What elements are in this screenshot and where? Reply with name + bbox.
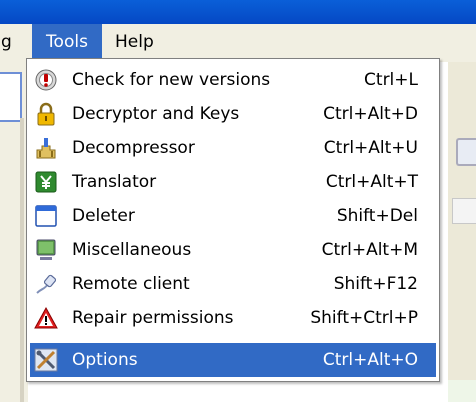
- menu-item-label: Decompressor: [72, 138, 195, 158]
- menu-item-label: Options: [72, 350, 138, 370]
- window-titlebar: [0, 0, 476, 24]
- background-window-right: [448, 62, 476, 402]
- menu-item-label: Decryptor and Keys: [72, 104, 240, 124]
- warning-icon: [34, 306, 58, 330]
- tools-icon: [34, 348, 58, 372]
- menu-item-shortcut: Ctrl+Alt+M: [321, 240, 418, 260]
- menu-item-shortcut: Ctrl+L: [364, 70, 418, 90]
- menu-item-decompressor[interactable]: Decompressor Ctrl+Alt+U: [30, 131, 436, 165]
- menu-item-label: Translator: [72, 172, 157, 192]
- menu-item-shortcut: Shift+Del: [336, 206, 418, 226]
- tools-dropdown-menu: Check for new versions Ctrl+L Decryptor …: [26, 58, 440, 382]
- background-grid-icon[interactable]: [452, 198, 476, 224]
- menu-item-shortcut: Shift+F12: [333, 274, 418, 294]
- menu-item-miscellaneous[interactable]: Miscellaneous Ctrl+Alt+M: [30, 233, 436, 267]
- decompressor-icon: [34, 136, 58, 160]
- menu-item-label: Deleter: [72, 206, 135, 226]
- menu-item-check-for-new-versions[interactable]: Check for new versions Ctrl+L: [30, 63, 436, 97]
- menu-item-label: Check for new versions: [72, 70, 271, 90]
- padlock-icon: [34, 102, 58, 126]
- update-check-icon: [34, 68, 58, 92]
- monitor-icon: [34, 238, 58, 262]
- yen-translator-icon: [34, 170, 58, 194]
- menu-item-deleter[interactable]: Deleter Shift+Del: [30, 199, 436, 233]
- menu-item-shortcut: Ctrl+Alt+O: [322, 350, 418, 370]
- menu-item-repair-permissions[interactable]: Repair permissions Shift+Ctrl+P: [30, 301, 436, 335]
- menubar-item-tools[interactable]: Tools: [32, 24, 102, 60]
- menu-item-shortcut: Shift+Ctrl+P: [310, 308, 418, 328]
- menu-item-label: Miscellaneous: [72, 240, 192, 260]
- background-toolbar-button[interactable]: [0, 72, 22, 122]
- menubar: g Tools Help: [0, 24, 476, 62]
- background-divider: [20, 118, 24, 402]
- background-toolbar-icon[interactable]: [456, 138, 476, 166]
- menubar-item-help[interactable]: Help: [108, 24, 161, 60]
- menu-item-remote-client[interactable]: Remote client Shift+F12: [30, 267, 436, 301]
- window-icon: [34, 204, 58, 228]
- menu-item-shortcut: Ctrl+Alt+T: [325, 172, 418, 192]
- menubar-item-clipped[interactable]: g: [0, 24, 19, 60]
- menu-item-shortcut: Ctrl+Alt+D: [323, 104, 418, 124]
- menu-item-label: Repair permissions: [72, 308, 234, 328]
- menu-item-decryptor-and-keys[interactable]: Decryptor and Keys Ctrl+Alt+D: [30, 97, 436, 131]
- menu-item-translator[interactable]: Translator Ctrl+Alt+T: [30, 165, 436, 199]
- menu-item-options[interactable]: Options Ctrl+Alt+O: [30, 343, 436, 377]
- menu-item-shortcut: Ctrl+Alt+U: [323, 138, 418, 158]
- network-plug-icon: [34, 272, 58, 296]
- background-content-area: [448, 380, 476, 402]
- menu-item-label: Remote client: [72, 274, 190, 294]
